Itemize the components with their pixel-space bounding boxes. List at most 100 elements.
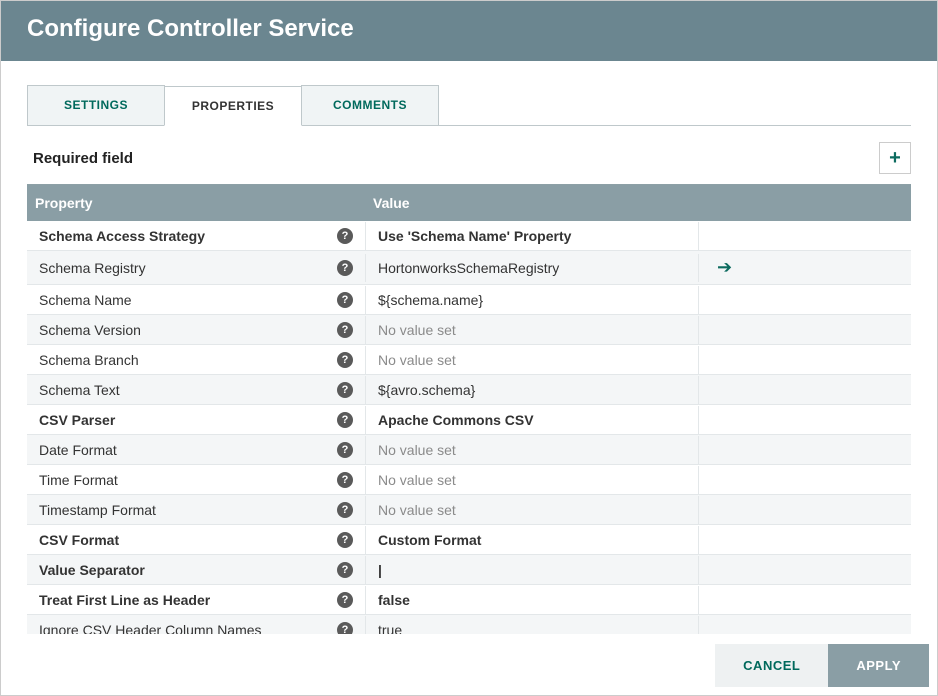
property-value-cell[interactable]: ${avro.schema}: [365, 376, 699, 404]
property-action-cell: [699, 624, 911, 635]
column-header-actions: [699, 185, 911, 221]
help-icon[interactable]: ?: [337, 292, 353, 308]
help-icon[interactable]: ?: [337, 532, 353, 548]
property-action-cell: ➔: [699, 251, 911, 284]
property-name-text: Schema Version: [39, 322, 331, 338]
required-field-label: Required field: [27, 150, 133, 167]
table-row[interactable]: Date Format?No value set: [27, 435, 911, 465]
dialog-body: SETTINGS PROPERTIES COMMENTS Required fi…: [1, 61, 937, 634]
help-icon[interactable]: ?: [337, 562, 353, 578]
property-name-text: Schema Name: [39, 292, 331, 308]
property-action-cell: [699, 414, 911, 426]
property-action-cell: [699, 534, 911, 546]
table-row[interactable]: Schema Registry?HortonworksSchemaRegistr…: [27, 251, 911, 285]
property-name-text: Value Separator: [39, 562, 331, 578]
property-value-cell[interactable]: Use 'Schema Name' Property: [365, 222, 699, 250]
property-action-cell: [699, 504, 911, 516]
property-name-text: Schema Text: [39, 382, 331, 398]
property-value-cell[interactable]: ${schema.name}: [365, 286, 699, 314]
table-row[interactable]: Schema Version?No value set: [27, 315, 911, 345]
table-row[interactable]: Schema Text?${avro.schema}: [27, 375, 911, 405]
property-name-cell: CSV Format?: [27, 526, 365, 554]
property-action-cell: [699, 230, 911, 242]
property-name-text: Ignore CSV Header Column Names: [39, 622, 331, 635]
property-value-cell[interactable]: No value set: [365, 316, 699, 344]
help-icon[interactable]: ?: [337, 412, 353, 428]
property-name-cell: Ignore CSV Header Column Names?: [27, 616, 365, 635]
column-header-property: Property: [27, 185, 365, 221]
help-icon[interactable]: ?: [337, 622, 353, 635]
property-name-cell: Date Format?: [27, 436, 365, 464]
property-value-cell[interactable]: |: [365, 556, 699, 584]
help-icon[interactable]: ?: [337, 592, 353, 608]
help-icon[interactable]: ?: [337, 352, 353, 368]
table-row[interactable]: Treat First Line as Header?false: [27, 585, 911, 615]
table-row[interactable]: Schema Branch? No value set: [27, 345, 911, 375]
table-row[interactable]: Schema Access Strategy? Use 'Schema Name'…: [27, 221, 911, 251]
table-row[interactable]: Timestamp Format?No value set: [27, 495, 911, 525]
property-value-cell[interactable]: No value set: [365, 436, 699, 464]
property-value-cell[interactable]: true: [365, 616, 699, 635]
table-row[interactable]: Ignore CSV Header Column Names?true: [27, 615, 911, 634]
property-action-cell: [699, 474, 911, 486]
table-row[interactable]: CSV Format?Custom Format: [27, 525, 911, 555]
property-name-text: CSV Format: [39, 532, 331, 548]
tab-properties[interactable]: PROPERTIES: [164, 86, 302, 126]
property-value-cell[interactable]: No value set: [365, 496, 699, 524]
configure-controller-service-dialog: Configure Controller Service SETTINGS PR…: [0, 0, 938, 696]
property-name-text: Date Format: [39, 442, 331, 458]
property-name-text: Timestamp Format: [39, 502, 331, 518]
property-value-cell[interactable]: No value set: [365, 346, 699, 374]
add-property-button[interactable]: +: [879, 142, 911, 174]
property-action-cell: [699, 354, 911, 366]
help-icon[interactable]: ?: [337, 442, 353, 458]
property-value-cell[interactable]: HortonworksSchemaRegistry: [365, 254, 699, 282]
property-value-cell[interactable]: false: [365, 586, 699, 614]
property-name-cell: Value Separator?: [27, 556, 365, 584]
property-name-cell: CSV Parser?: [27, 406, 365, 434]
property-value-cell[interactable]: No value set: [365, 466, 699, 494]
property-name-text: Time Format: [39, 472, 331, 488]
property-action-cell: [699, 594, 911, 606]
tab-settings[interactable]: SETTINGS: [27, 85, 165, 125]
property-name-cell: Schema Version?: [27, 316, 365, 344]
property-name-text: Schema Access Strategy: [39, 228, 331, 244]
properties-table: Property Value Schema Access Strategy? Us…: [27, 184, 911, 634]
plus-icon: +: [889, 147, 901, 170]
help-icon[interactable]: ?: [337, 472, 353, 488]
tab-comments[interactable]: COMMENTS: [301, 85, 439, 125]
property-name-text: Schema Registry: [39, 260, 331, 276]
help-icon[interactable]: ?: [337, 382, 353, 398]
help-icon[interactable]: ?: [337, 502, 353, 518]
cancel-button[interactable]: CANCEL: [715, 644, 828, 687]
property-action-cell: [699, 564, 911, 576]
dialog-footer: CANCEL APPLY: [1, 634, 937, 695]
property-name-cell: Timestamp Format?: [27, 496, 365, 524]
table-row[interactable]: Schema Name?${schema.name}: [27, 285, 911, 315]
table-body: Schema Access Strategy? Use 'Schema Name'…: [27, 221, 911, 634]
property-value-cell[interactable]: Custom Format: [365, 526, 699, 554]
help-icon[interactable]: ?: [337, 228, 353, 244]
property-action-cell: [699, 324, 911, 336]
dialog-title: Configure Controller Service: [1, 1, 937, 61]
property-name-cell: Schema Name?: [27, 286, 365, 314]
property-action-cell: [699, 294, 911, 306]
table-row[interactable]: Value Separator?|: [27, 555, 911, 585]
help-icon[interactable]: ?: [337, 260, 353, 276]
required-field-row: Required field +: [27, 126, 911, 184]
property-name-cell: Schema Registry?: [27, 254, 365, 282]
help-icon[interactable]: ?: [337, 322, 353, 338]
property-name-cell: Treat First Line as Header?: [27, 586, 365, 614]
property-name-cell: Schema Text?: [27, 376, 365, 404]
property-action-cell: [699, 384, 911, 396]
property-name-cell: Time Format?: [27, 466, 365, 494]
tab-bar: SETTINGS PROPERTIES COMMENTS: [27, 85, 911, 126]
property-name-text: Schema Branch: [39, 352, 331, 368]
column-header-value: Value: [365, 185, 699, 221]
table-row[interactable]: CSV Parser?Apache Commons CSV: [27, 405, 911, 435]
goto-service-icon[interactable]: ➔: [717, 257, 732, 278]
apply-button[interactable]: APPLY: [828, 644, 929, 687]
property-name-text: Treat First Line as Header: [39, 592, 331, 608]
property-value-cell[interactable]: Apache Commons CSV: [365, 406, 699, 434]
table-row[interactable]: Time Format?No value set: [27, 465, 911, 495]
